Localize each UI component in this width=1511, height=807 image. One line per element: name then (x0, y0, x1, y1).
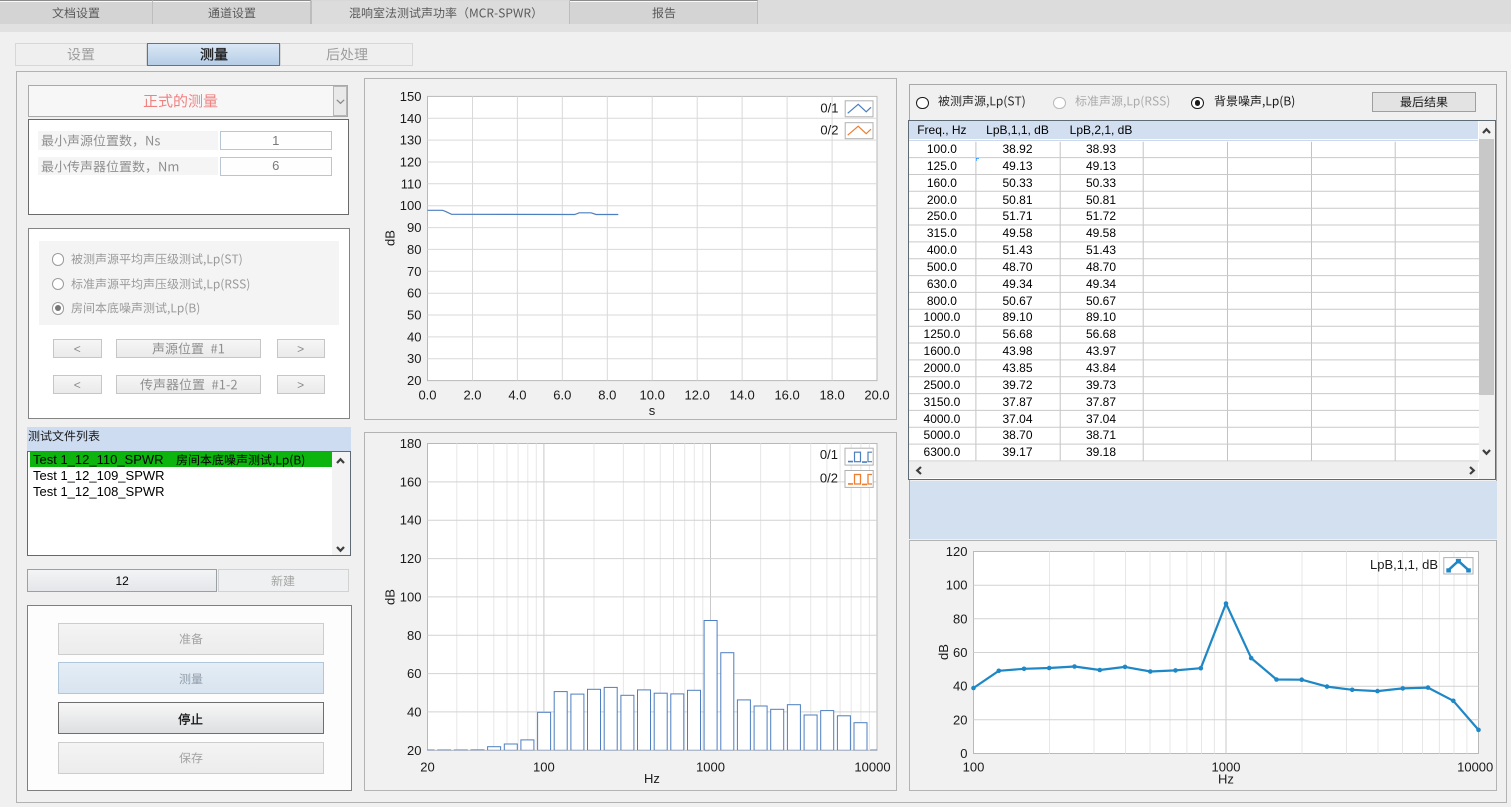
svg-text:120: 120 (399, 551, 421, 566)
svg-text:100: 100 (399, 198, 421, 213)
svg-text:dB: dB (382, 589, 397, 605)
svg-text:10000: 10000 (1457, 759, 1493, 774)
svg-text:Hz: Hz (1218, 772, 1234, 787)
svg-text:80: 80 (407, 242, 421, 257)
svg-text:80: 80 (407, 628, 421, 643)
svg-text:8.0: 8.0 (598, 388, 616, 403)
svg-text:16.0: 16.0 (774, 388, 799, 403)
svg-text:LpB,1,1, dB: LpB,1,1, dB (1370, 557, 1438, 572)
svg-text:60: 60 (953, 645, 967, 660)
svg-text:140: 140 (399, 111, 421, 126)
svg-text:0/2: 0/2 (820, 123, 838, 138)
svg-text:s: s (648, 403, 655, 418)
svg-text:150: 150 (399, 89, 421, 104)
svg-text:0/1: 0/1 (819, 447, 837, 462)
svg-text:120: 120 (399, 155, 421, 170)
svg-text:40: 40 (407, 704, 421, 719)
svg-text:50: 50 (407, 308, 421, 323)
svg-text:dB: dB (936, 644, 951, 660)
svg-text:120: 120 (945, 544, 967, 559)
svg-text:0/2: 0/2 (819, 471, 837, 486)
svg-text:20: 20 (420, 759, 434, 774)
svg-text:20.0: 20.0 (864, 388, 889, 403)
svg-text:100: 100 (399, 589, 421, 604)
svg-text:4.0: 4.0 (508, 388, 526, 403)
svg-text:10.0: 10.0 (639, 388, 664, 403)
svg-text:100: 100 (962, 759, 984, 774)
svg-text:160: 160 (399, 474, 421, 489)
svg-text:0.0: 0.0 (418, 388, 436, 403)
svg-text:30: 30 (407, 351, 421, 366)
svg-text:40: 40 (953, 679, 967, 694)
svg-text:80: 80 (953, 611, 967, 626)
svg-text:dB: dB (382, 230, 397, 246)
svg-text:110: 110 (400, 176, 421, 191)
svg-text:100: 100 (533, 759, 555, 774)
svg-text:100: 100 (945, 578, 967, 593)
svg-text:20: 20 (407, 743, 421, 758)
svg-text:60: 60 (407, 666, 421, 681)
svg-text:20: 20 (407, 373, 421, 388)
svg-text:12.0: 12.0 (684, 388, 709, 403)
svg-text:10000: 10000 (854, 759, 890, 774)
svg-text:14.0: 14.0 (729, 388, 754, 403)
svg-text:140: 140 (399, 513, 421, 528)
svg-text:6.0: 6.0 (553, 388, 571, 403)
svg-text:60: 60 (407, 286, 421, 301)
svg-text:1000: 1000 (696, 759, 725, 774)
svg-text:2.0: 2.0 (463, 388, 481, 403)
svg-text:20: 20 (953, 712, 967, 727)
svg-text:130: 130 (399, 133, 421, 148)
svg-text:0/1: 0/1 (820, 100, 838, 115)
svg-text:70: 70 (407, 264, 421, 279)
svg-text:Hz: Hz (644, 771, 660, 786)
svg-text:180: 180 (399, 436, 421, 451)
svg-text:40: 40 (407, 329, 421, 344)
svg-text:90: 90 (407, 220, 421, 235)
svg-text:18.0: 18.0 (819, 388, 844, 403)
